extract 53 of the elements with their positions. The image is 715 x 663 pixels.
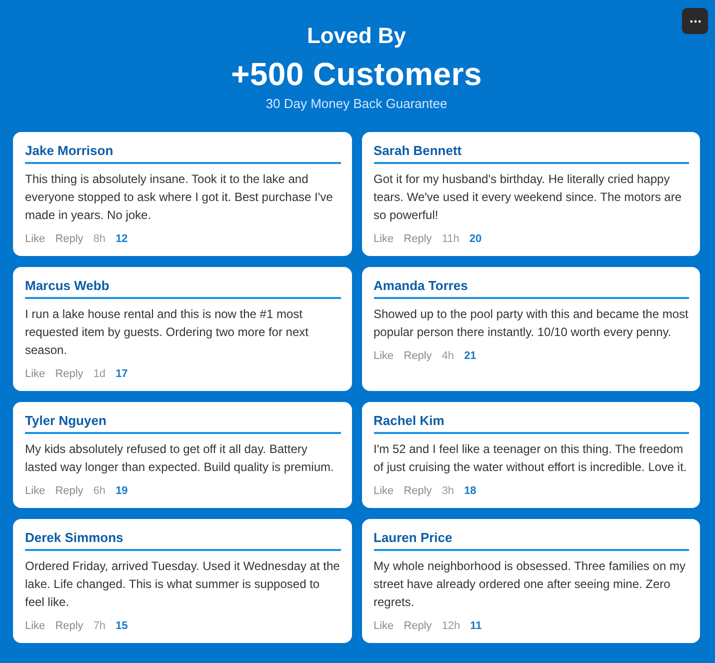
reply-link[interactable]: Reply: [55, 232, 84, 246]
like-link[interactable]: Like: [374, 349, 394, 363]
like-link[interactable]: Like: [374, 232, 394, 246]
timestamp: 3h: [442, 484, 454, 498]
reviewer-name: Lauren Price: [374, 530, 452, 546]
subtitle: 30 Day Money Back Guarantee: [266, 96, 448, 112]
like-count: 15: [116, 619, 128, 633]
like-link[interactable]: Like: [25, 232, 46, 246]
review-text: This thing is absolutely insane. Took it to the lake and everyone stopped to ask where I got it. Best purchase I've made in years. No joke.: [25, 171, 334, 224]
reviewer-name: Marcus Webb: [25, 278, 110, 294]
more-icon: [690, 20, 700, 22]
timestamp: 11h: [442, 232, 460, 246]
reply-link[interactable]: Reply: [404, 232, 432, 246]
timestamp: 6h: [93, 484, 106, 498]
like-count: 12: [116, 232, 128, 246]
like-count: 19: [116, 484, 128, 498]
like-link[interactable]: Like: [374, 484, 394, 498]
like-link[interactable]: Like: [25, 367, 46, 381]
reviewer-name: Jake Morrison: [25, 143, 114, 159]
like-count: 17: [116, 367, 128, 381]
reviewer-name: Derek Simmons: [25, 530, 124, 546]
like-link[interactable]: Like: [374, 619, 394, 633]
like-count: 11: [470, 619, 482, 633]
timestamp: 4h: [442, 349, 454, 363]
timestamp: 12h: [442, 619, 460, 633]
timestamp: 1d: [93, 367, 106, 381]
review-text: I'm 52 and I feel like a teenager on this thing. The freedom of just cruising the water without effort is incredible. Love it.: [374, 441, 688, 476]
headline: +500 Customers: [231, 56, 482, 92]
review-text: Ordered Friday, arrived Tuesday. Used it Wednesday at the lake. Life changed. This is what summer is supposed to feel like.: [25, 558, 341, 611]
review-text: My whole neighborhood is obsessed. Three families on my street have already ordered one after seeing mine. Zero regrets.: [374, 558, 686, 611]
review-text: I run a lake house rental and this is now the #1 most requested item by guests. Ordering two more for next season.: [25, 306, 310, 359]
reviewer-name: Sarah Bennett: [374, 143, 462, 159]
reviewer-name: Amanda Torres: [374, 278, 468, 294]
reply-link[interactable]: Reply: [404, 619, 432, 633]
review-text: My kids absolutely refused to get off it all day. Battery lasted way longer than expected. Build quality is premium.: [25, 441, 335, 476]
reply-link[interactable]: Reply: [55, 367, 84, 381]
like-count: 18: [464, 484, 476, 498]
timestamp: 8h: [93, 232, 106, 246]
reply-link[interactable]: Reply: [404, 484, 432, 498]
timestamp: 7h: [93, 619, 106, 633]
review-text: Got it for my husband's birthday. He literally cried happy tears. We've used it every weekend since. The motors are so powerful!: [374, 171, 682, 224]
more-options-button[interactable]: [682, 8, 708, 34]
reply-link[interactable]: Reply: [55, 619, 84, 633]
like-link[interactable]: Like: [25, 619, 46, 633]
review-text: Showed up to the pool party with this and became the most popular person there instantly. 10/10 worth every penny.: [374, 306, 690, 341]
section-title: Loved By: [306, 23, 406, 49]
like-count: 21: [464, 349, 476, 363]
like-link[interactable]: Like: [25, 484, 46, 498]
like-count: 20: [469, 232, 482, 246]
reviewer-name: Tyler Nguyen: [25, 413, 106, 429]
reply-link[interactable]: Reply: [55, 484, 84, 498]
reply-link[interactable]: Reply: [404, 349, 432, 363]
reviewer-name: Rachel Kim: [374, 413, 444, 429]
